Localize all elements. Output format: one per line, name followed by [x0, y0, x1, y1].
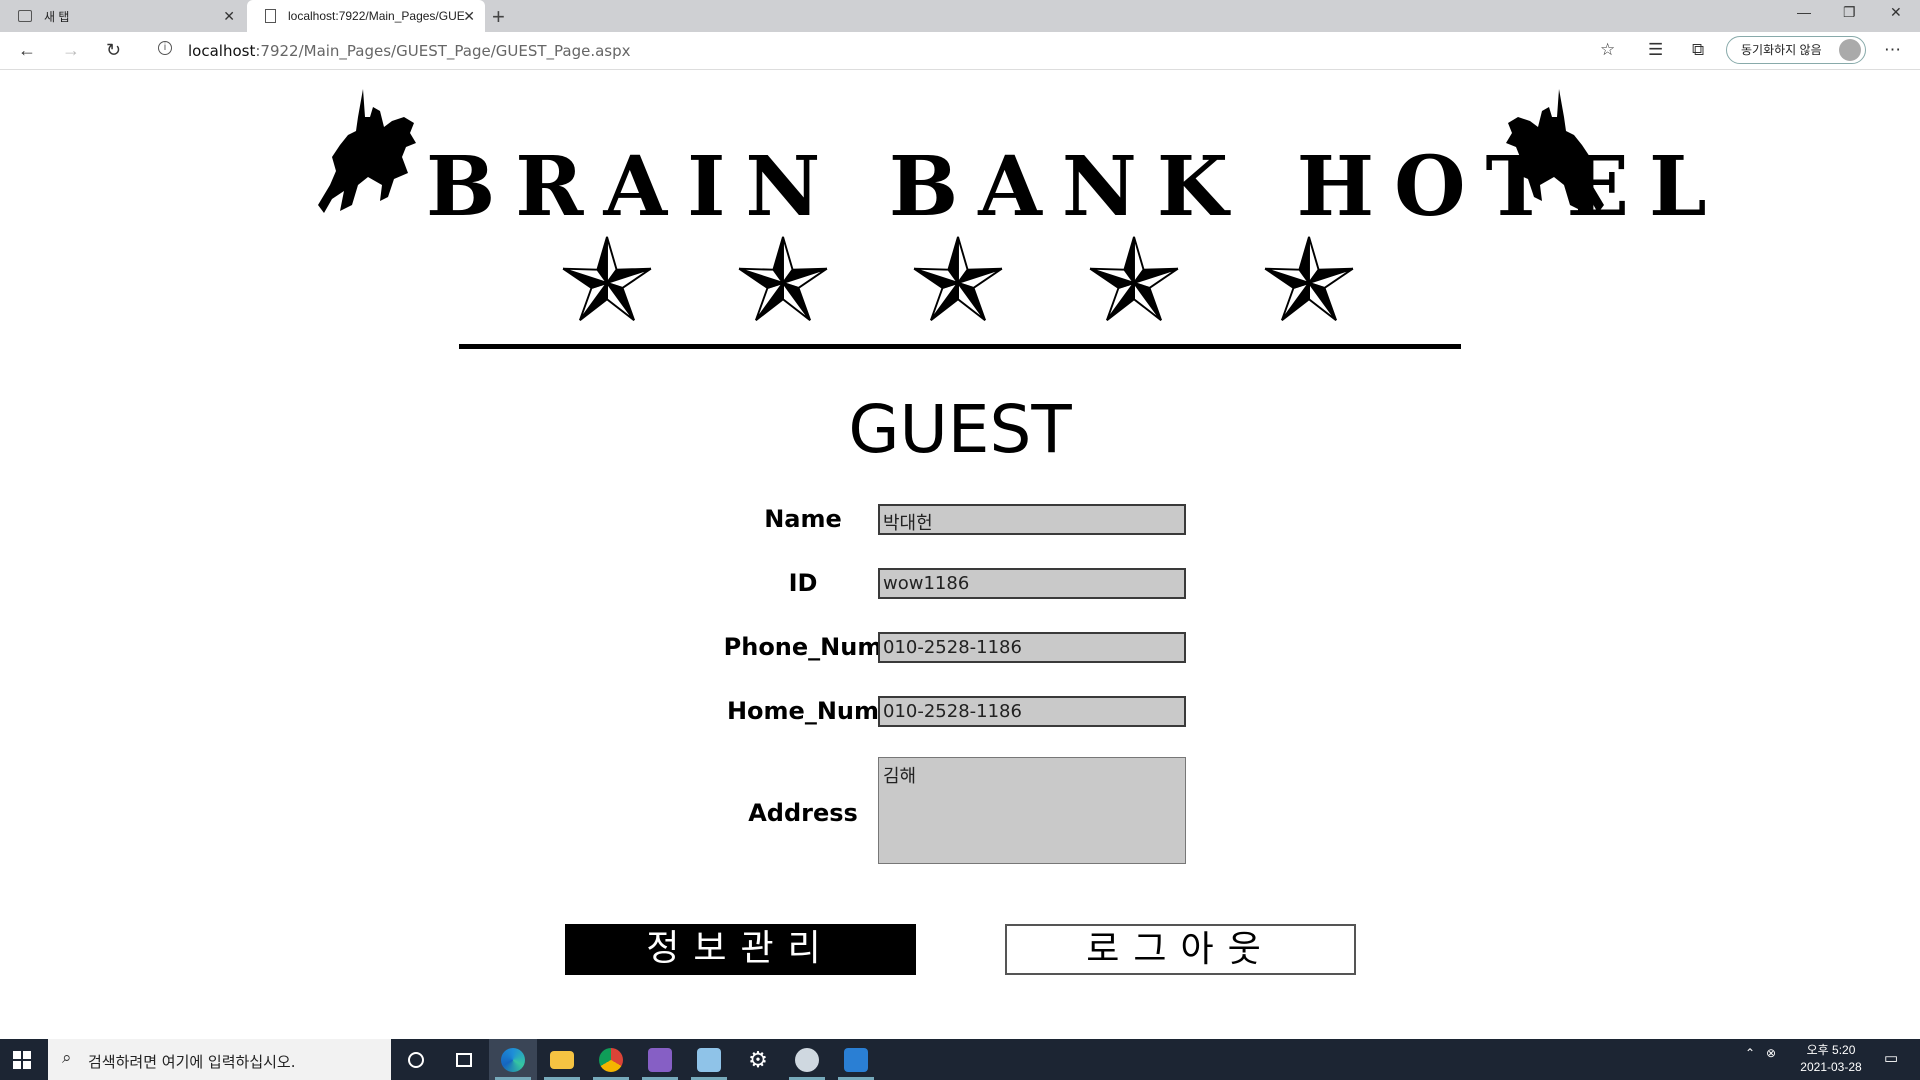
home-num-field[interactable]: 010-2528-1186	[878, 696, 1186, 727]
favorite-star-icon[interactable]: ☆	[1600, 40, 1615, 60]
settings-icon[interactable]: ⚙	[734, 1039, 782, 1080]
edge-icon[interactable]	[489, 1039, 537, 1080]
site-info-icon[interactable]: i	[158, 41, 172, 55]
header-divider	[459, 344, 1461, 349]
id-field[interactable]: wow1186	[878, 568, 1186, 599]
address-textarea[interactable]: 김해	[878, 757, 1186, 864]
notepad-icon[interactable]	[685, 1039, 733, 1080]
avatar	[1839, 39, 1861, 61]
profile-sync-button[interactable]: 동기화하지 않음	[1726, 36, 1866, 64]
star-icon	[738, 236, 827, 321]
taskbar-search[interactable]: ⌕ 검색하려면 여기에 입력하십시오.	[48, 1039, 391, 1080]
address-bar: ← → ↻ i localhost:7922/Main_Pages/GUEST_…	[0, 32, 1920, 70]
chrome-icon[interactable]	[587, 1039, 635, 1080]
page-icon	[265, 9, 276, 23]
windows-taskbar: ⌕ 검색하려면 여기에 입력하십시오. ⚙ ⌃ ⊗ 오후 5:20 2021-0…	[0, 1039, 1920, 1080]
close-window-button[interactable]: ✕	[1890, 4, 1902, 21]
minimize-button[interactable]: —	[1797, 4, 1811, 20]
tab-title: localhost:7922/Main_Pages/GUE	[288, 9, 465, 23]
search-placeholder: 검색하려면 여기에 입력하십시오.	[88, 1053, 296, 1071]
notifications-icon[interactable]: ▭	[1884, 1049, 1898, 1067]
page-content: BRAIN BANK HOTEL GUEST Name 박대헌 ID wow11…	[0, 71, 1920, 1039]
new-tab-icon	[18, 10, 32, 22]
refresh-icon[interactable]: ↻	[106, 40, 121, 61]
star-icon	[1264, 236, 1354, 321]
forward-icon[interactable]: →	[62, 40, 80, 61]
favorites-list-icon[interactable]: ☰	[1648, 40, 1663, 60]
info-management-button[interactable]: 정보관리	[565, 924, 916, 975]
chevron-up-icon[interactable]: ⌃	[1745, 1046, 1755, 1060]
rating-stars	[558, 233, 1358, 329]
phone-num-field[interactable]: 010-2528-1186	[878, 632, 1186, 663]
name-field[interactable]: 박대헌	[878, 504, 1186, 535]
url-field[interactable]: localhost:7922/Main_Pages/GUEST_Page/GUE…	[188, 42, 631, 60]
start-button[interactable]	[13, 1051, 31, 1069]
close-tab-icon[interactable]: ✕	[223, 8, 235, 25]
network-icon[interactable]: ⊗	[1766, 1046, 1776, 1060]
search-icon: ⌕	[62, 1048, 72, 1067]
knight-left-icon	[318, 89, 416, 213]
photos-icon[interactable]	[832, 1039, 880, 1080]
close-tab-icon[interactable]: ✕	[463, 8, 475, 25]
tab-new-tab[interactable]: 새 탭 ✕	[0, 0, 245, 32]
restore-button[interactable]: ❐	[1843, 4, 1856, 21]
hotel-logo: BRAIN BANK HOTEL	[318, 81, 1727, 351]
back-icon[interactable]: ←	[18, 40, 36, 61]
collections-icon[interactable]: ⧉	[1692, 40, 1704, 60]
tab-guest-page[interactable]: localhost:7922/Main_Pages/GUE ✕	[247, 0, 485, 32]
star-icon	[913, 236, 1003, 321]
knight-right-icon	[1506, 89, 1604, 213]
cortana-icon[interactable]	[392, 1039, 440, 1080]
visual-studio-icon[interactable]	[636, 1039, 684, 1080]
star-icon	[1089, 236, 1178, 321]
more-menu-icon[interactable]: ⋯	[1884, 40, 1901, 60]
file-explorer-icon[interactable]	[538, 1039, 586, 1080]
task-view-icon[interactable]	[440, 1039, 488, 1080]
browser-tab-bar: 새 탭 ✕ localhost:7922/Main_Pages/GUE ✕ + …	[0, 0, 1920, 32]
new-tab-button[interactable]: +	[492, 4, 505, 30]
page-title: GUEST	[848, 391, 1072, 468]
hotel-name: BRAIN BANK HOTEL	[426, 139, 1727, 235]
paint-icon[interactable]	[783, 1039, 831, 1080]
star-icon	[562, 236, 652, 321]
taskbar-clock[interactable]: 오후 5:20 2021-03-28	[1786, 1042, 1876, 1076]
tab-title: 새 탭	[44, 9, 70, 24]
logout-button[interactable]: 로그아웃	[1005, 924, 1356, 975]
